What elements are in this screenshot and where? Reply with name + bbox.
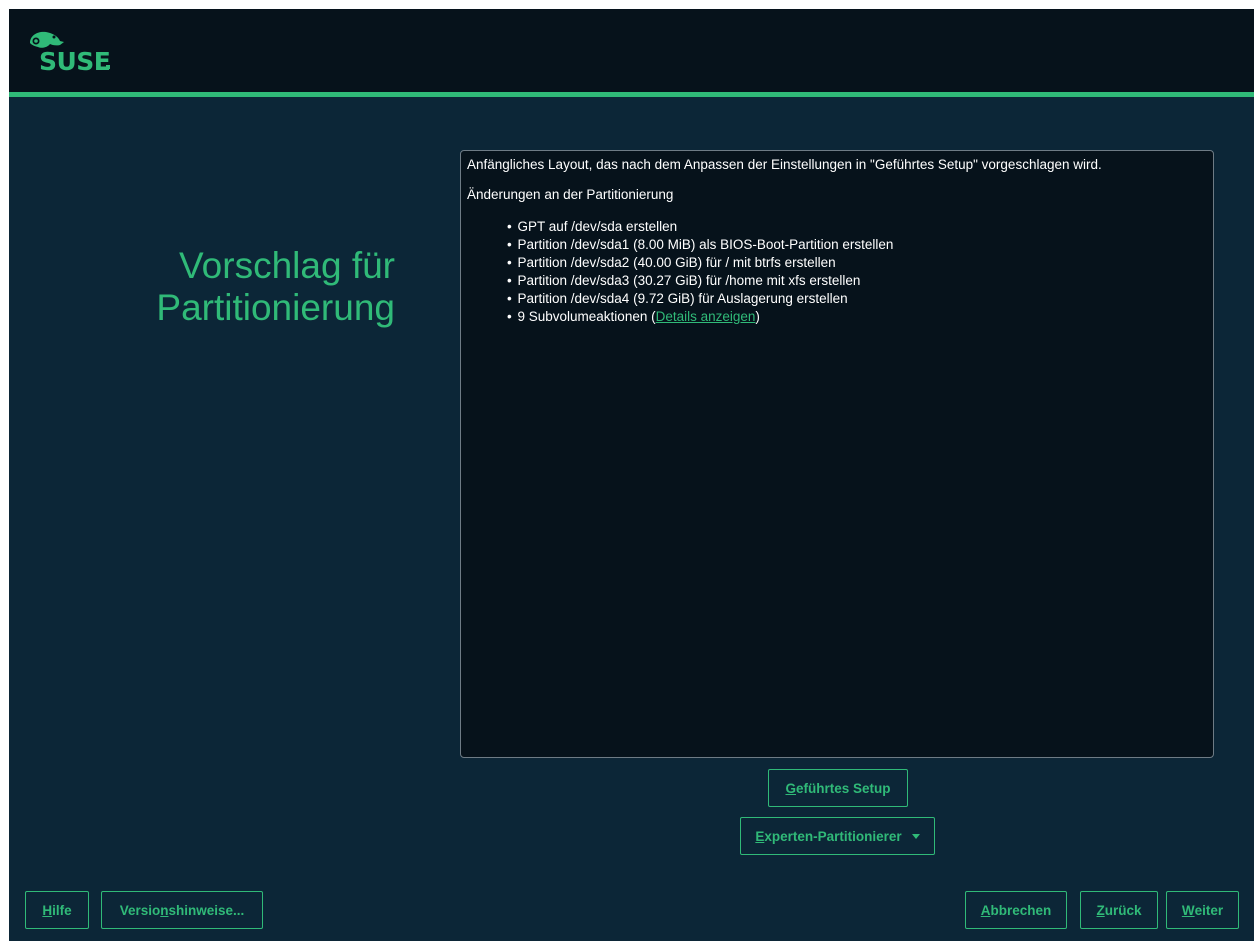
top-bar: SUSE xyxy=(9,9,1254,92)
logo-dot xyxy=(106,65,110,69)
page-title-line-2: Partitionierung xyxy=(156,287,395,328)
proposal-intro: Anfängliches Layout, das nach dem Anpass… xyxy=(467,157,1102,172)
proposal-actions-list: • GPT auf /dev/sda erstellen • Partition… xyxy=(467,218,1207,326)
list-item: • GPT auf /dev/sda erstellen xyxy=(507,219,678,234)
list-item: • Partition /dev/sda4 (9.72 GiB) für Aus… xyxy=(507,291,848,306)
list-item: • Partition /dev/sda3 (30.27 GiB) für /h… xyxy=(507,273,861,288)
release-notes-button[interactable]: Versio n shinweise... xyxy=(101,891,263,929)
list-item: • Partition /dev/sda1 (8.00 MiB) als BIO… xyxy=(507,237,894,252)
abort-button[interactable]: Abbrechen xyxy=(965,891,1067,929)
accent-line xyxy=(9,92,1254,97)
proposal-summary: Anfängliches Layout, das nach dem Anpass… xyxy=(460,150,1214,758)
guided-setup-button[interactable]: Geführtes Setup xyxy=(768,769,908,807)
expert-partitioner-button[interactable]: Experten-Partitionierer xyxy=(740,817,935,855)
suse-logo: SUSE xyxy=(26,29,126,79)
page-title: Vorschlag für Partitionierung xyxy=(69,245,395,329)
list-item: • Partition /dev/sda2 (40.00 GiB) für / … xyxy=(507,255,836,270)
back-button[interactable]: Zurück xyxy=(1080,891,1158,929)
caret-down-icon xyxy=(911,833,920,839)
help-button[interactable]: Hilfe xyxy=(25,891,89,929)
installer-screen: SUSE Vorschlag für Partitionierung Anfän… xyxy=(9,9,1254,941)
proposal-heading: Änderungen an der Partitionierung xyxy=(467,187,674,202)
list-item-subvolumes: • 9 Subvolumeaktionen (Details anzeigen) xyxy=(507,309,760,324)
page-title-line-1: Vorschlag für xyxy=(179,245,395,286)
next-button[interactable]: Weiter xyxy=(1166,891,1239,929)
details-link[interactable]: Details anzeigen xyxy=(656,309,756,324)
logo-wordmark: SUSE xyxy=(39,47,111,76)
